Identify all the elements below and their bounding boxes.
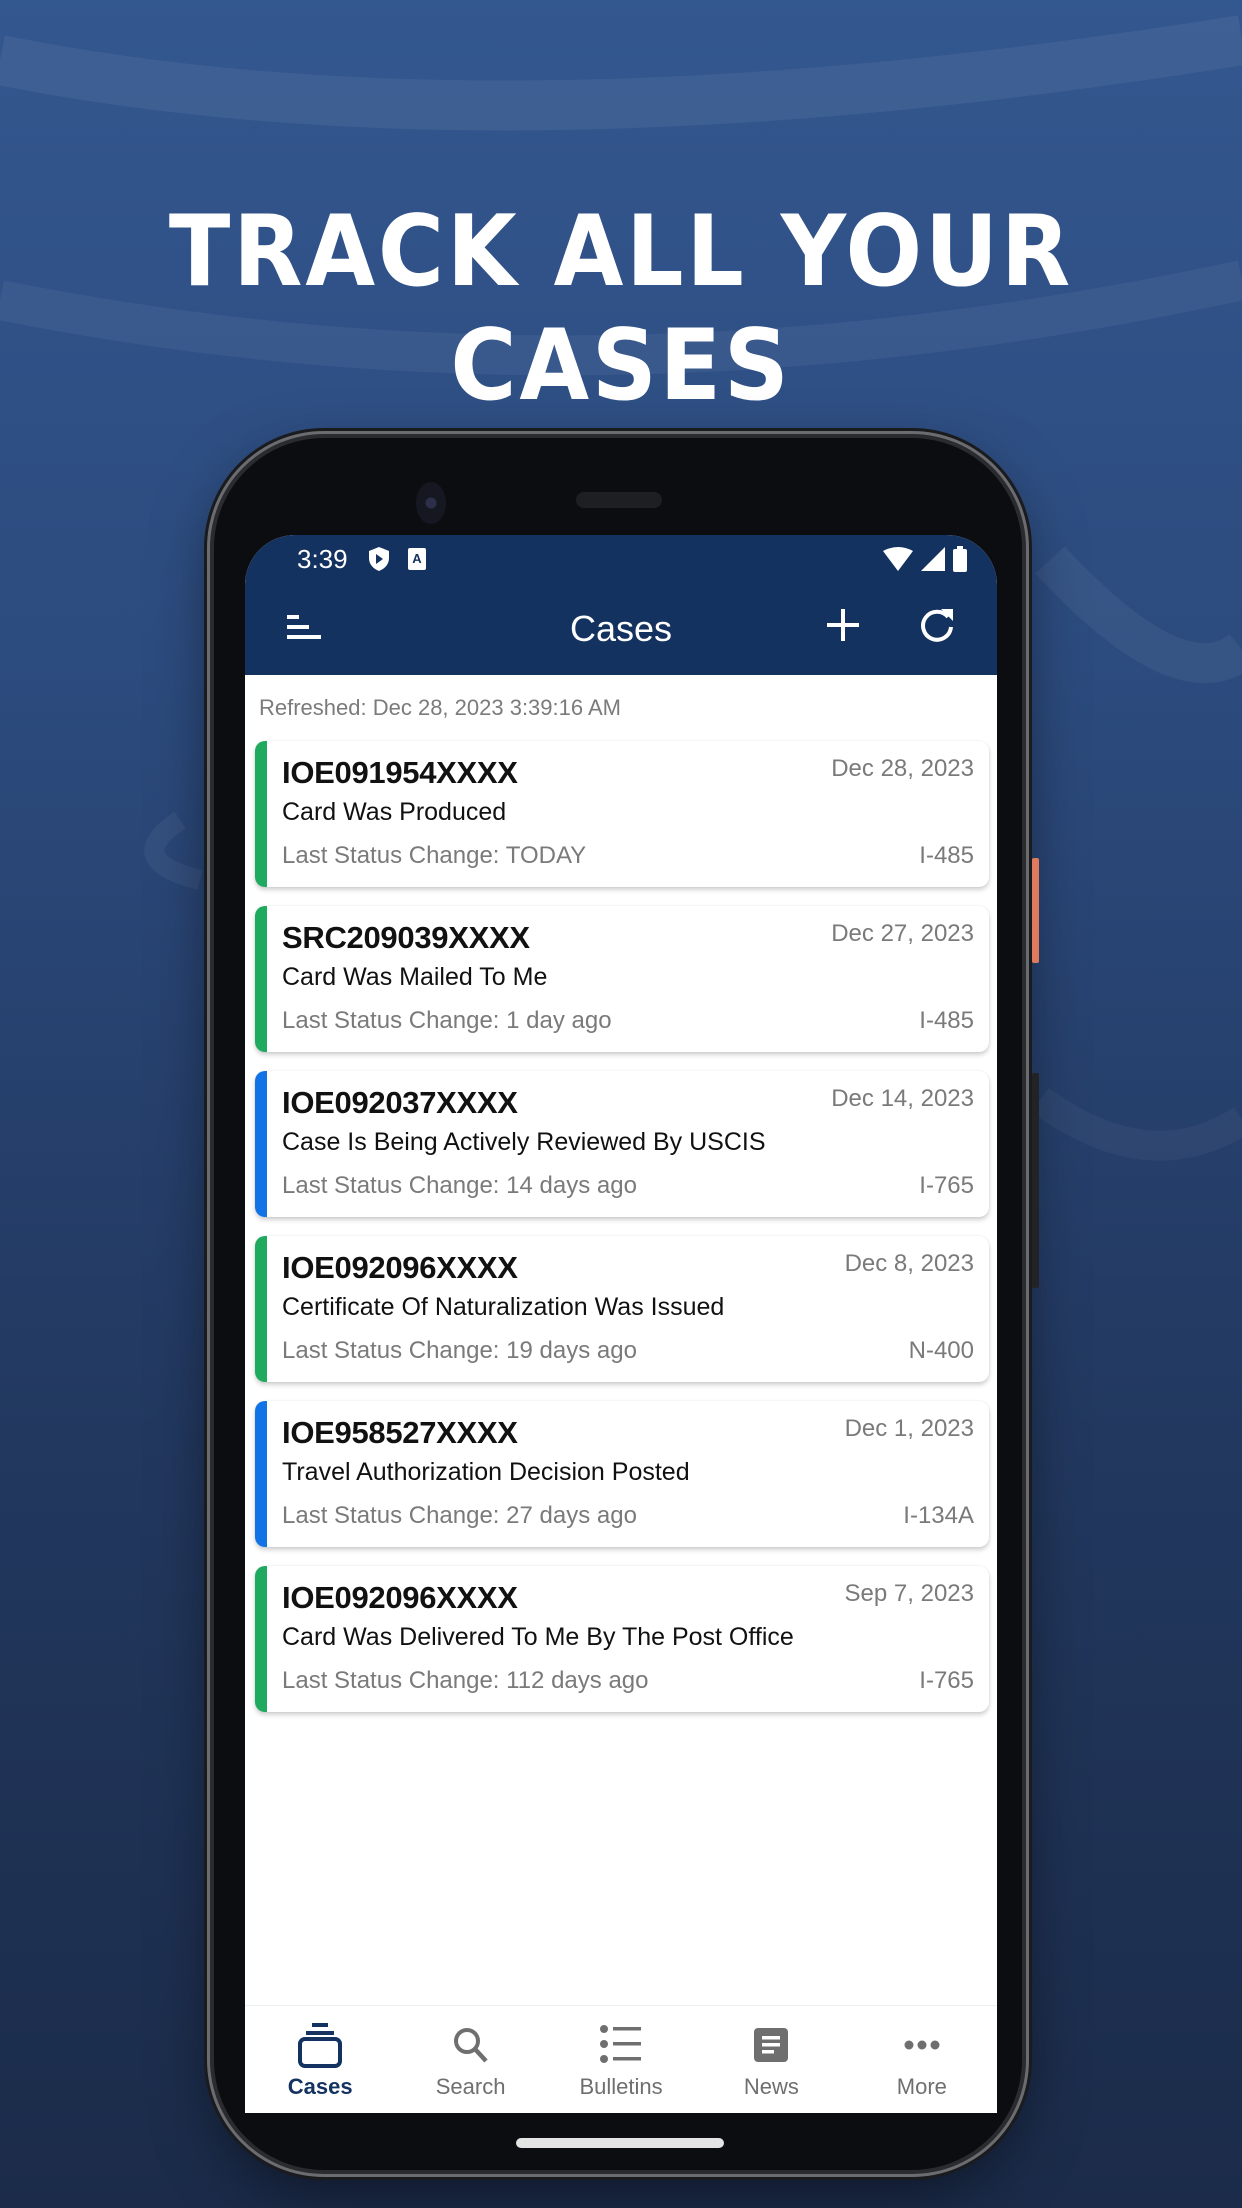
status-color-bar: [255, 1236, 267, 1382]
wifi-icon: [883, 547, 913, 571]
svg-text:A: A: [412, 551, 422, 566]
last-status-change: Last Status Change: TODAY: [282, 842, 587, 869]
status-color-bar: [255, 1566, 267, 1712]
receipt-number: IOE958527XXXX: [282, 1415, 518, 1450]
tab-label: Bulletins: [579, 2074, 663, 2099]
news-article-icon: [754, 2028, 789, 2062]
tab-label: More: [896, 2074, 947, 2099]
more-dots-icon: [904, 2040, 940, 2050]
form-type: I-134A: [903, 1502, 974, 1529]
tab-cases[interactable]: Cases: [245, 2006, 395, 2113]
signal-icon: [921, 547, 945, 571]
battery-icon: [953, 546, 967, 572]
form-type: I-485: [919, 842, 974, 869]
case-status: Certificate Of Naturalization Was Issued: [282, 1293, 725, 1321]
receipt-number: IOE091954XXXX: [282, 755, 518, 790]
status-color-bar: [255, 741, 267, 887]
page-title: Cases: [569, 608, 673, 649]
earpiece-speaker: [576, 492, 662, 508]
bulleted-list-icon: [600, 2025, 642, 2063]
home-indicator[interactable]: [516, 2138, 724, 2148]
case-date: Dec 28, 2023: [831, 755, 974, 782]
case-date: Dec 14, 2023: [831, 1085, 974, 1112]
tab-search[interactable]: Search: [395, 2006, 545, 2113]
cases-stack-icon: [298, 2023, 343, 2068]
tab-more[interactable]: More: [847, 2006, 997, 2113]
last-status-change: Last Status Change: 1 day ago: [282, 1007, 612, 1034]
shield-play-icon: [368, 547, 389, 571]
refreshed-timestamp: Refreshed: Dec 28, 2023 3:39:16 AM: [259, 695, 622, 720]
case-status: Card Was Delivered To Me By The Post Off…: [282, 1623, 794, 1651]
case-list: IOE091954XXXX Dec 28, 2023 Card Was Prod…: [245, 741, 997, 1712]
case-card[interactable]: SRC209039XXXX Dec 27, 2023 Card Was Mail…: [255, 906, 989, 1052]
status-color-bar: [255, 906, 267, 1052]
last-status-change: Last Status Change: 19 days ago: [282, 1337, 637, 1364]
receipt-number: IOE092096XXXX: [282, 1580, 518, 1615]
status-time: 3:39: [297, 543, 348, 574]
headline: TRACK ALL YOUR CASES: [168, 195, 1074, 423]
tab-label: News: [743, 2074, 799, 2099]
app-bar: 3:39 A Cases: [245, 535, 997, 675]
plus-icon[interactable]: [823, 605, 863, 645]
tab-news[interactable]: News: [696, 2006, 846, 2113]
last-status-change: Last Status Change: 14 days ago: [282, 1172, 637, 1199]
tab-label: Cases: [287, 2074, 353, 2099]
receipt-number: IOE092096XXXX: [282, 1250, 518, 1285]
case-card[interactable]: IOE091954XXXX Dec 28, 2023 Card Was Prod…: [255, 741, 989, 887]
last-status-change: Last Status Change: 112 days ago: [282, 1667, 649, 1694]
toolbar: Cases: [245, 583, 997, 675]
status-color-bar: [255, 1071, 267, 1217]
receipt-number: SRC209039XXXX: [282, 920, 530, 955]
app-screen: 3:39 A Cases Refreshed: Dec 28, 2023 3:3…: [245, 535, 997, 2113]
case-card[interactable]: IOE092037XXXX Dec 14, 2023 Case Is Being…: [255, 1071, 989, 1217]
status-bar: 3:39 A: [245, 535, 997, 583]
receipt-number: IOE092037XXXX: [282, 1085, 518, 1120]
form-type: I-765: [919, 1172, 974, 1199]
front-camera: [416, 482, 446, 524]
case-status: Card Was Produced: [282, 798, 507, 826]
case-date: Sep 7, 2023: [844, 1580, 974, 1607]
case-date: Dec 8, 2023: [844, 1250, 974, 1277]
refresh-icon[interactable]: [917, 605, 957, 645]
phone-frame: 3:39 A Cases Refreshed: Dec 28, 2023 3:3…: [214, 438, 1039, 2170]
bottom-tab-bar: Cases Search Bulletins News More: [245, 2005, 997, 2113]
form-type: I-765: [919, 1667, 974, 1694]
case-date: Dec 27, 2023: [831, 920, 974, 947]
tab-bulletins[interactable]: Bulletins: [546, 2006, 696, 2113]
case-status: Case Is Being Actively Reviewed By USCIS: [282, 1128, 766, 1156]
case-card[interactable]: IOE958527XXXX Dec 1, 2023 Travel Authori…: [255, 1401, 989, 1547]
form-type: I-485: [919, 1007, 974, 1034]
case-card[interactable]: IOE092096XXXX Dec 8, 2023 Certificate Of…: [255, 1236, 989, 1382]
status-color-bar: [255, 1401, 267, 1547]
case-date: Dec 1, 2023: [844, 1415, 974, 1442]
case-card[interactable]: IOE092096XXXX Sep 7, 2023 Card Was Deliv…: [255, 1566, 989, 1712]
power-button: [1032, 858, 1039, 963]
case-status: Travel Authorization Decision Posted: [282, 1458, 690, 1486]
form-type: N-400: [908, 1337, 974, 1364]
tab-label: Search: [435, 2074, 506, 2099]
volume-button: [1032, 1073, 1039, 1288]
last-status-change: Last Status Change: 27 days ago: [282, 1502, 637, 1529]
keyboard-a-icon: A: [407, 548, 426, 570]
case-status: Card Was Mailed To Me: [282, 963, 548, 991]
search-icon: [453, 2028, 488, 2063]
